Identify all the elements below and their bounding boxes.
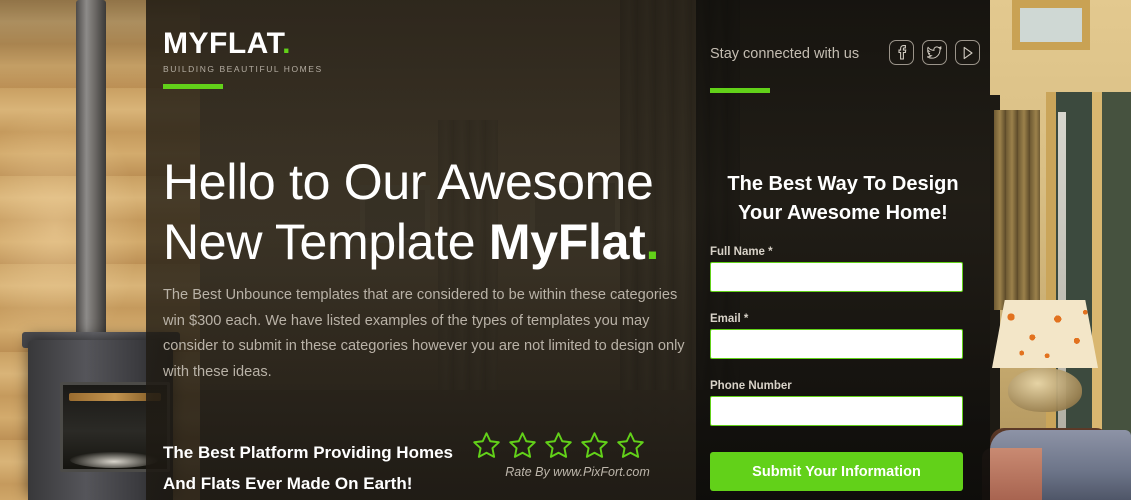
full-name-label: Full Name * bbox=[710, 246, 963, 258]
logo-text: MYFLAT bbox=[163, 27, 283, 60]
logo-accent-bar bbox=[163, 84, 223, 89]
star-icon bbox=[509, 432, 536, 458]
logo-dot: . bbox=[282, 27, 291, 60]
phone-label-text: Phone Number bbox=[710, 380, 792, 392]
email-label: Email * bbox=[710, 313, 963, 325]
phone-field-group: Phone Number bbox=[710, 380, 963, 426]
required-marker: * bbox=[743, 313, 749, 325]
rating-credit: Rate By www.PixFort.com bbox=[505, 465, 650, 479]
submit-button[interactable]: Submit Your Information bbox=[710, 452, 963, 491]
social-icon-group bbox=[889, 40, 980, 65]
tagline-line2: And Flats Ever Made On Earth! bbox=[163, 474, 413, 493]
page-content: MYFLAT. BUILDING BEAUTIFUL HOMES Stay co… bbox=[0, 0, 1131, 500]
phone-input[interactable] bbox=[710, 396, 963, 426]
email-field-group: Email * bbox=[710, 313, 963, 359]
play-icon[interactable] bbox=[955, 40, 980, 65]
social-accent-bar bbox=[710, 88, 770, 93]
headline-brand: MyFlat bbox=[488, 214, 646, 270]
full-name-input[interactable] bbox=[710, 262, 963, 292]
social-label: Stay connected with us bbox=[710, 46, 860, 62]
star-icon bbox=[545, 432, 572, 458]
rating-block: Rate By www.PixFort.com bbox=[470, 430, 685, 479]
form-title: The Best Way To Design Your Awesome Home… bbox=[700, 170, 986, 228]
hero-paragraph: The Best Unbounce templates that are con… bbox=[163, 287, 685, 380]
tagline-line1: The Best Platform Providing Homes bbox=[163, 443, 453, 462]
logo-tagline: BUILDING BEAUTIFUL HOMES bbox=[163, 64, 323, 74]
star-icon bbox=[581, 432, 608, 458]
email-input[interactable] bbox=[710, 329, 963, 359]
phone-label: Phone Number bbox=[710, 380, 963, 392]
email-label-text: Email bbox=[710, 313, 741, 325]
hero-headline: Hello to Our Awesome New Template MyFlat… bbox=[163, 152, 683, 272]
logo-wordmark: MYFLAT. bbox=[163, 29, 323, 59]
form-title-line2: Your Awesome Home! bbox=[738, 202, 948, 224]
full-name-label-text: Full Name bbox=[710, 246, 765, 258]
full-name-field-group: Full Name * bbox=[710, 246, 963, 292]
form-title-line1: The Best Way To Design bbox=[727, 173, 959, 195]
page-stage: MYFLAT. BUILDING BEAUTIFUL HOMES Stay co… bbox=[0, 0, 1131, 500]
star-icon bbox=[473, 432, 500, 458]
headline-dot: . bbox=[645, 214, 660, 270]
facebook-icon[interactable] bbox=[889, 40, 914, 65]
headline-line1: Hello to Our Awesome bbox=[163, 154, 654, 210]
hero-tagline: The Best Platform Providing Homes And Fl… bbox=[163, 437, 463, 499]
star-icon bbox=[617, 432, 644, 458]
site-logo[interactable]: MYFLAT. BUILDING BEAUTIFUL HOMES bbox=[163, 29, 323, 75]
social-connect-block: Stay connected with us bbox=[710, 40, 980, 72]
headline-line2-prefix: New Template bbox=[163, 214, 489, 270]
star-rating[interactable] bbox=[470, 430, 685, 461]
twitter-icon[interactable] bbox=[922, 40, 947, 65]
required-marker: * bbox=[768, 246, 773, 258]
